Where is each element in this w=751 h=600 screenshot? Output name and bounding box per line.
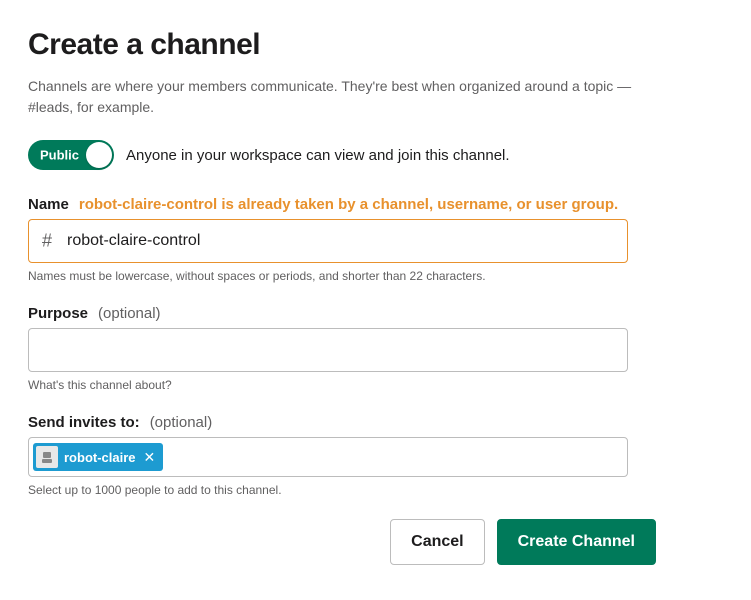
cancel-button[interactable]: Cancel	[390, 519, 484, 565]
purpose-optional: (optional)	[98, 305, 161, 322]
name-error-message: robot-claire-control is already taken by…	[79, 196, 618, 213]
visibility-description: Anyone in your workspace can view and jo…	[126, 147, 510, 164]
dialog-subtitle: Channels are where your members communic…	[28, 76, 668, 118]
user-tag: robot-claire ✕	[33, 443, 163, 471]
toggle-knob	[86, 142, 112, 168]
create-channel-button[interactable]: Create Channel	[497, 519, 656, 565]
name-hint: Names must be lowercase, without spaces …	[28, 269, 723, 283]
avatar-icon	[36, 446, 58, 468]
remove-tag-icon[interactable]: ✕	[142, 449, 158, 466]
purpose-hint: What's this channel about?	[28, 378, 723, 392]
visibility-toggle[interactable]: Public	[28, 140, 114, 170]
invites-input[interactable]: robot-claire ✕	[28, 437, 628, 477]
purpose-label: Purpose	[28, 305, 88, 322]
name-label: Name	[28, 196, 69, 213]
user-tag-name: robot-claire	[64, 450, 136, 465]
invites-label: Send invites to:	[28, 414, 140, 431]
invites-optional: (optional)	[150, 414, 213, 431]
channel-name-input[interactable]	[28, 219, 628, 263]
dialog-title: Create a channel	[28, 28, 723, 62]
invites-hint: Select up to 1000 people to add to this …	[28, 483, 723, 497]
purpose-input[interactable]	[28, 328, 628, 372]
toggle-label: Public	[40, 148, 79, 163]
